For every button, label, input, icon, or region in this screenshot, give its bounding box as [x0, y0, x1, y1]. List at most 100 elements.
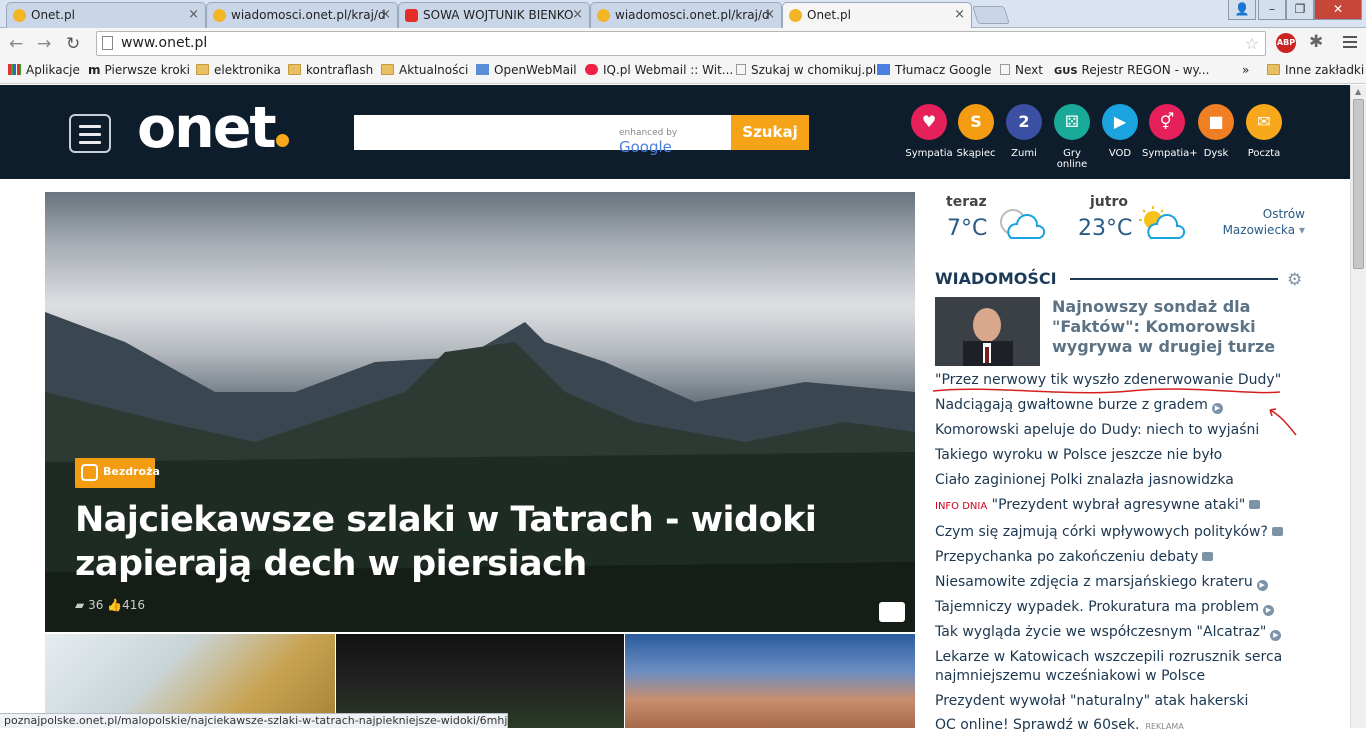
- bookmarks-overflow-chevron-icon[interactable]: »: [1242, 63, 1249, 77]
- like-icon: 👍: [107, 598, 123, 612]
- search-button[interactable]: Szukaj: [731, 115, 809, 150]
- news-item[interactable]: Lekarze w Katowicach wszczepili rozruszn…: [935, 649, 1282, 665]
- address-bar[interactable]: www.onet.pl ☆: [96, 31, 1266, 56]
- app-gry-online[interactable]: ⚄ Gry online: [1047, 104, 1097, 170]
- bezdroza-badge[interactable]: Bezdroża: [75, 458, 160, 488]
- info-dnia-label: INFO DNIA: [935, 501, 988, 512]
- camera-icon: [1271, 527, 1283, 536]
- news-item[interactable]: Czym się zajmują córki wpływowych polity…: [935, 524, 1283, 540]
- top-news-title[interactable]: Najnowszy sondaż dla "Faktów": Komorowsk…: [1052, 297, 1302, 357]
- news-item-text[interactable]: Tak wygląda życie we współczesnym "Alcat…: [935, 624, 1266, 640]
- app-zumi[interactable]: 2 Zumi: [999, 104, 1049, 159]
- app-sympatia-[interactable]: ⚥ Sympatia+: [1142, 104, 1198, 159]
- news-item[interactable]: Tak wygląda życie we współczesnym "Alcat…: [935, 624, 1282, 641]
- hamburger-menu-icon[interactable]: [69, 114, 111, 153]
- tab-1[interactable]: Onet.pl ×: [6, 2, 206, 28]
- bookmark-item[interactable]: OpenWebMail: [476, 63, 577, 77]
- news-item-text[interactable]: najmniejszemu wcześniakowi w Polsce: [935, 668, 1205, 684]
- weather-widget[interactable]: teraz 7°C jutro 23°C Ostrów Mazowiecka ▾: [935, 192, 1310, 262]
- chrome-menu-icon[interactable]: [1343, 36, 1357, 51]
- bookmark-label: Tłumacz Google: [895, 63, 992, 77]
- news-item[interactable]: INFO DNIA "Prezydent wybrał agresywne at…: [935, 497, 1261, 513]
- news-heading[interactable]: WIADOMOŚCI: [935, 269, 1057, 288]
- adblock-plus-icon[interactable]: ABP: [1276, 33, 1296, 53]
- app-poczta[interactable]: ✉ Poczta: [1239, 104, 1289, 159]
- m-icon: m: [88, 63, 101, 77]
- news-item-text[interactable]: Niesamowite zdjęcia z marsjańskiego krat…: [935, 574, 1253, 590]
- bookmark-item[interactable]: IQ.pl Webmail :: Wit...: [585, 63, 733, 77]
- news-item[interactable]: OC online! Sprawdź w 60sek. REKLAMA: [935, 717, 1184, 733]
- app-sympatia[interactable]: ♥ Sympatia: [904, 104, 954, 159]
- hero-title[interactable]: Najciekawsze szlaki w Tatrach - widoki z…: [75, 498, 895, 586]
- news-item-text[interactable]: "Prezydent wybrał agresywne ataki": [992, 497, 1246, 513]
- news-item-text[interactable]: Przepychanka po zakończeniu debaty: [935, 549, 1198, 565]
- bookmark-label: IQ.pl Webmail :: Wit...: [603, 63, 734, 77]
- gear-icon[interactable]: ⚙: [1287, 270, 1302, 290]
- top-news-image[interactable]: [935, 297, 1040, 366]
- minimize-button[interactable]: –: [1258, 0, 1286, 20]
- forward-arrow-icon[interactable]: →: [37, 34, 51, 54]
- search-input[interactable]: enhanced by Google: [354, 115, 732, 156]
- tab-2[interactable]: wiadomosci.onet.pl/kraj/d ×: [206, 2, 398, 28]
- page-icon: [102, 36, 113, 50]
- tab-title: wiadomosci.onet.pl/kraj/d: [231, 8, 386, 22]
- scrollbar-thumb[interactable]: [1353, 99, 1364, 269]
- bookmarks-bar: Aplikacje m Pierwsze kroki elektronika ko…: [0, 59, 1366, 84]
- bookmark-item[interactable]: Tłumacz Google: [877, 63, 991, 77]
- onet-logo[interactable]: onet: [137, 95, 289, 161]
- news-item-text[interactable]: Lekarze w Katowicach wszczepili rozruszn…: [935, 649, 1282, 665]
- app-skąpiec[interactable]: S Skąpiec: [951, 104, 1001, 159]
- reload-icon[interactable]: ↻: [66, 34, 80, 54]
- bookmark-item[interactable]: Inne zakładki: [1267, 63, 1364, 77]
- news-item[interactable]: Prezydent wywołał "naturalny" atak haker…: [935, 693, 1248, 709]
- news-item-text[interactable]: OC online! Sprawdź w 60sek.: [935, 717, 1139, 733]
- app-icon: ✉: [1246, 104, 1282, 140]
- user-icon[interactable]: 👤: [1228, 0, 1256, 20]
- news-item[interactable]: najmniejszemu wcześniakowi w Polsce: [935, 668, 1205, 684]
- scroll-up-arrow-icon[interactable]: ▲: [1355, 87, 1361, 96]
- bookmark-item[interactable]: Szukaj w chomikuj.pl: [736, 63, 876, 77]
- bookmark-item[interactable]: kontraflash: [288, 63, 373, 77]
- news-item-text[interactable]: Takiego wyroku w Polsce jeszcze nie było: [935, 447, 1222, 463]
- tab-3[interactable]: SOWA WOJTUNIK BIENKO ×: [398, 2, 590, 28]
- news-item[interactable]: Takiego wyroku w Polsce jeszcze nie było: [935, 447, 1222, 463]
- news-item-text[interactable]: Ciało zaginionej Polki znalazła jasnowid…: [935, 472, 1234, 488]
- bookmark-item[interactable]: Aktualności: [381, 63, 468, 77]
- window-close-button[interactable]: ✕: [1314, 0, 1362, 20]
- close-icon[interactable]: ×: [188, 7, 199, 22]
- close-icon[interactable]: ×: [572, 7, 583, 22]
- news-item[interactable]: Niesamowite zdjęcia z marsjańskiego krat…: [935, 574, 1268, 591]
- news-item[interactable]: Ciało zaginionej Polki znalazła jasnowid…: [935, 472, 1234, 488]
- news-item-text[interactable]: Czym się zajmują córki wpływowych polity…: [935, 524, 1268, 540]
- thumbnail-woman[interactable]: [625, 634, 915, 728]
- url-text[interactable]: www.onet.pl: [121, 35, 207, 51]
- hero-article[interactable]: Bezdroża Najciekawsze szlaki w Tatrach -…: [45, 192, 915, 632]
- bookmark-item[interactable]: Next: [1000, 63, 1043, 77]
- app-icon: ▶: [1102, 104, 1138, 140]
- extension-bug-icon[interactable]: ✱: [1309, 32, 1323, 52]
- bookmark-item[interactable]: Aplikacje: [8, 63, 80, 77]
- logo-text: onet: [137, 95, 277, 161]
- weather-city[interactable]: Ostrów Mazowiecka ▾: [1205, 206, 1305, 238]
- bookmark-item[interactable]: m Pierwsze kroki: [88, 63, 190, 77]
- scrollbar[interactable]: ▲: [1350, 85, 1366, 728]
- new-tab-button[interactable]: [972, 6, 1010, 24]
- maximize-button[interactable]: ❐: [1286, 0, 1314, 20]
- bookmark-item[interactable]: GUS Rejestr REGON - wy...: [1054, 63, 1209, 77]
- bookmark-label: Pierwsze kroki: [104, 63, 190, 77]
- bookmark-item[interactable]: elektronika: [196, 63, 281, 77]
- close-icon[interactable]: ×: [380, 7, 391, 22]
- bookmark-star-icon[interactable]: ☆: [1245, 34, 1259, 53]
- close-icon[interactable]: ×: [764, 7, 775, 22]
- back-arrow-icon[interactable]: ←: [9, 34, 23, 54]
- news-item[interactable]: Przepychanka po zakończeniu debaty: [935, 549, 1214, 565]
- moon-cloud-icon: [1000, 209, 1046, 239]
- tab-4[interactable]: wiadomosci.onet.pl/kraj/d ×: [590, 2, 782, 28]
- app-dysk[interactable]: ■ Dysk: [1191, 104, 1241, 159]
- app-vod[interactable]: ▶ VOD: [1095, 104, 1145, 159]
- news-item-text[interactable]: Prezydent wywołał "naturalny" atak haker…: [935, 693, 1248, 709]
- news-item[interactable]: Tajemniczy wypadek. Prokuratura ma probl…: [935, 599, 1275, 616]
- close-icon[interactable]: ×: [954, 7, 965, 22]
- news-item-text[interactable]: Tajemniczy wypadek. Prokuratura ma probl…: [935, 599, 1259, 615]
- tab-5-active[interactable]: Onet.pl ×: [782, 2, 972, 29]
